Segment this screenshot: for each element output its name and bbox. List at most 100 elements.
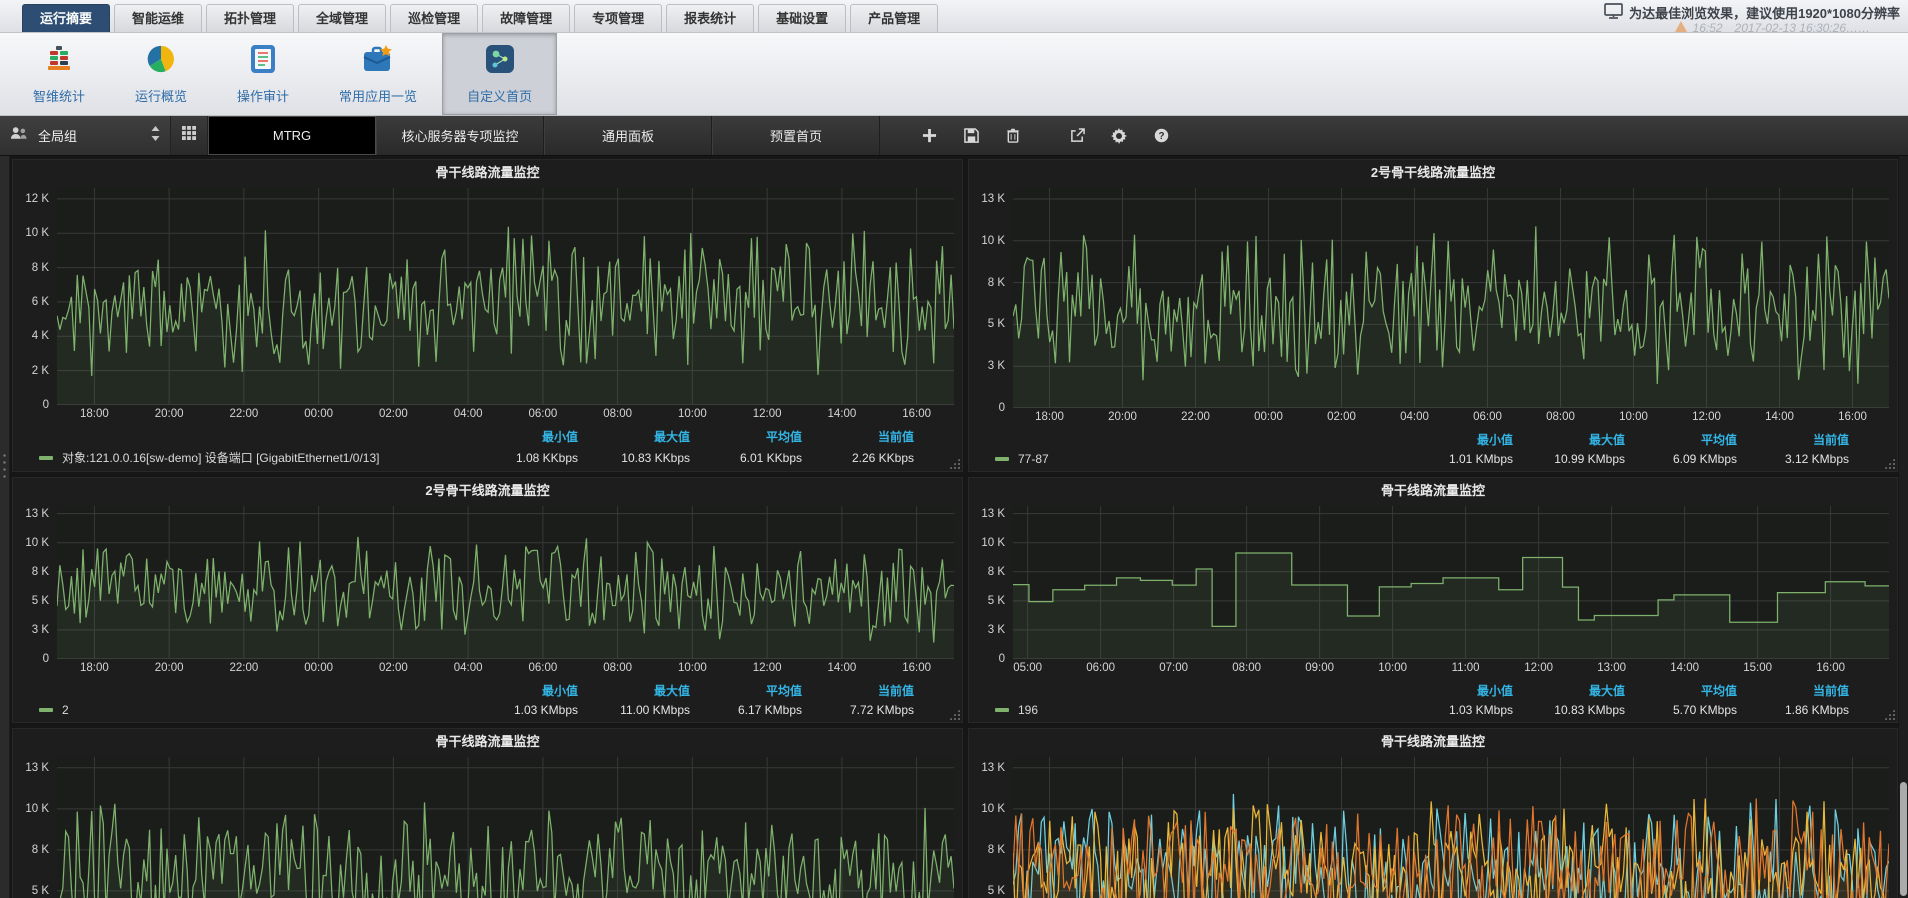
- legend-stat-header[interactable]: 最大值: [1513, 431, 1625, 448]
- chart-canvas[interactable]: [57, 757, 954, 898]
- shortcut-label: 运行概览: [135, 86, 187, 105]
- y-tick-label: 12 K: [25, 193, 49, 205]
- x-tick-label: 10:00: [1619, 411, 1648, 423]
- layout-grid-button[interactable]: [171, 116, 208, 155]
- scrollbar-thumb[interactable]: [1900, 782, 1907, 896]
- panel-title[interactable]: 2号骨干线路流量监控: [13, 478, 962, 504]
- menu-tab-8[interactable]: 报表统计: [666, 4, 754, 32]
- legend-stat-header[interactable]: 当前值: [802, 428, 914, 445]
- chart-canvas[interactable]: [1013, 506, 1889, 659]
- y-tick-label: 6 K: [32, 296, 49, 308]
- x-tick-label: 14:00: [827, 662, 856, 674]
- dashboard-tab-1[interactable]: MTRG: [208, 116, 376, 155]
- y-tick-label: 13 K: [981, 508, 1005, 520]
- legend-stat-header[interactable]: 最大值: [578, 682, 690, 699]
- y-tick-label: 10 K: [981, 803, 1005, 815]
- panel-title[interactable]: 2号骨干线路流量监控: [969, 160, 1897, 186]
- chart-canvas[interactable]: [57, 188, 954, 405]
- menu-tab-2[interactable]: 智能运维: [114, 4, 202, 32]
- add-panel-button[interactable]: [920, 127, 938, 145]
- legend-stat-header[interactable]: 平均值: [690, 428, 802, 445]
- x-tick-label: 22:00: [229, 662, 258, 674]
- legend-stat-header[interactable]: 当前值: [1737, 431, 1849, 448]
- legend-series-name[interactable]: 77-87: [995, 452, 1401, 466]
- shortcut-item-1[interactable]: 智维统计: [8, 33, 110, 115]
- x-tick-label: 02:00: [379, 408, 408, 420]
- chart-canvas[interactable]: [57, 506, 954, 659]
- y-tick-label: 2 K: [32, 365, 49, 377]
- series-marker-icon: [39, 456, 53, 460]
- panel-title[interactable]: 骨干线路流量监控: [969, 478, 1897, 504]
- help-button[interactable]: ?: [1152, 127, 1170, 145]
- menu-tab-9[interactable]: 基础设置: [758, 4, 846, 32]
- menu-tab-7[interactable]: 专项管理: [574, 4, 662, 32]
- delete-button[interactable]: [1004, 127, 1022, 145]
- x-tick-label: 22:00: [229, 408, 258, 420]
- x-tick-label: 12:00: [753, 408, 782, 420]
- legend-stat-header[interactable]: 当前值: [1737, 682, 1849, 699]
- dashboard-tabs: MTRG核心服务器专项监控通用面板预置首页: [208, 116, 880, 155]
- panel-title[interactable]: 骨干线路流量监控: [13, 729, 962, 755]
- legend-stat-header[interactable]: 当前值: [802, 682, 914, 699]
- dashboard-tab-4[interactable]: 预置首页: [712, 116, 880, 155]
- monitor-icon: [1604, 3, 1623, 22]
- series-marker-icon: [995, 708, 1009, 712]
- shortcut-item-3[interactable]: 操作审计: [212, 33, 314, 115]
- x-tick-label: 02:00: [379, 662, 408, 674]
- menu-tab-1[interactable]: 运行摘要: [22, 4, 110, 32]
- x-tick-label: 20:00: [155, 408, 184, 420]
- legend-stat-value-avg: 6.01 KKbps: [690, 451, 802, 465]
- x-tick-label: 15:00: [1743, 662, 1772, 674]
- y-axis: 13 K10 K8 K5 K3 K0: [969, 506, 1013, 659]
- legend-stat-header[interactable]: 平均值: [690, 682, 802, 699]
- group-selector-label: 全局组: [38, 126, 142, 145]
- share-button[interactable]: [1068, 127, 1086, 145]
- y-tick-label: 10 K: [981, 537, 1005, 549]
- y-tick-label: 8 K: [32, 262, 49, 274]
- legend-stat-header[interactable]: 最小值: [466, 682, 578, 699]
- sidebar-collapse-strip[interactable]: [0, 156, 10, 898]
- drag-handle-icon: [3, 452, 6, 480]
- legend-stat-header[interactable]: 最大值: [1513, 682, 1625, 699]
- x-tick-label: 18:00: [80, 408, 109, 420]
- menu-tab-3[interactable]: 拓扑管理: [206, 4, 294, 32]
- legend-stat-header[interactable]: 最小值: [466, 428, 578, 445]
- panel-title[interactable]: 骨干线路流量监控: [969, 729, 1897, 755]
- dashboard-area: 骨干线路流量监控12 K10 K8 K6 K4 K2 K018:0020:002…: [0, 156, 1908, 898]
- vertical-scrollbar[interactable]: [1899, 156, 1908, 898]
- legend-series-name[interactable]: 196: [995, 703, 1401, 717]
- legend-stat-header[interactable]: 最小值: [1401, 431, 1513, 448]
- legend-series-name[interactable]: 2: [39, 703, 466, 717]
- shortcut-item-4[interactable]: 常用应用一览: [314, 33, 442, 115]
- stats-blocks-icon: [44, 44, 74, 79]
- x-tick-label: 12:00: [1524, 662, 1553, 674]
- x-tick-label: 16:00: [902, 408, 931, 420]
- legend-series-name[interactable]: 对象:121.0.0.16[sw-demo] 设备端口 [GigabitEthe…: [39, 449, 466, 466]
- settings-button[interactable]: [1110, 127, 1128, 145]
- menu-tab-4[interactable]: 全域管理: [298, 4, 386, 32]
- save-button[interactable]: [962, 127, 980, 145]
- legend-stat-header[interactable]: 平均值: [1625, 431, 1737, 448]
- shortcut-item-2[interactable]: 运行概览: [110, 33, 212, 115]
- panel-title[interactable]: 骨干线路流量监控: [13, 160, 962, 186]
- chart-canvas[interactable]: [1013, 188, 1889, 408]
- y-tick-label: 0: [43, 653, 49, 665]
- dashboard-tab-3[interactable]: 通用面板: [544, 116, 712, 155]
- series-marker-icon: [995, 457, 1009, 461]
- menu-tab-6[interactable]: 故障管理: [482, 4, 570, 32]
- legend-stat-header[interactable]: 最小值: [1401, 682, 1513, 699]
- chart-canvas[interactable]: [1013, 757, 1889, 898]
- shortcut-item-5[interactable]: 自定义首页: [442, 33, 557, 115]
- y-tick-label: 8 K: [988, 566, 1005, 578]
- menu-tab-10[interactable]: 产品管理: [850, 4, 938, 32]
- y-tick-label: 0: [43, 399, 49, 411]
- legend-stat-header[interactable]: 平均值: [1625, 682, 1737, 699]
- menu-tab-5[interactable]: 巡检管理: [390, 4, 478, 32]
- panel-2: 2号骨干线路流量监控13 K10 K8 K5 K3 K018:0020:0022…: [968, 159, 1898, 472]
- x-tick-label: 16:00: [1816, 662, 1845, 674]
- dashboard-tab-2[interactable]: 核心服务器专项监控: [376, 116, 544, 155]
- group-selector[interactable]: 全局组: [0, 116, 171, 155]
- alert-ticker: 16:52 2017-02-13 16:30:26……: [1675, 19, 1870, 36]
- legend-stat-header[interactable]: 最大值: [578, 428, 690, 445]
- x-tick-label: 10:00: [678, 662, 707, 674]
